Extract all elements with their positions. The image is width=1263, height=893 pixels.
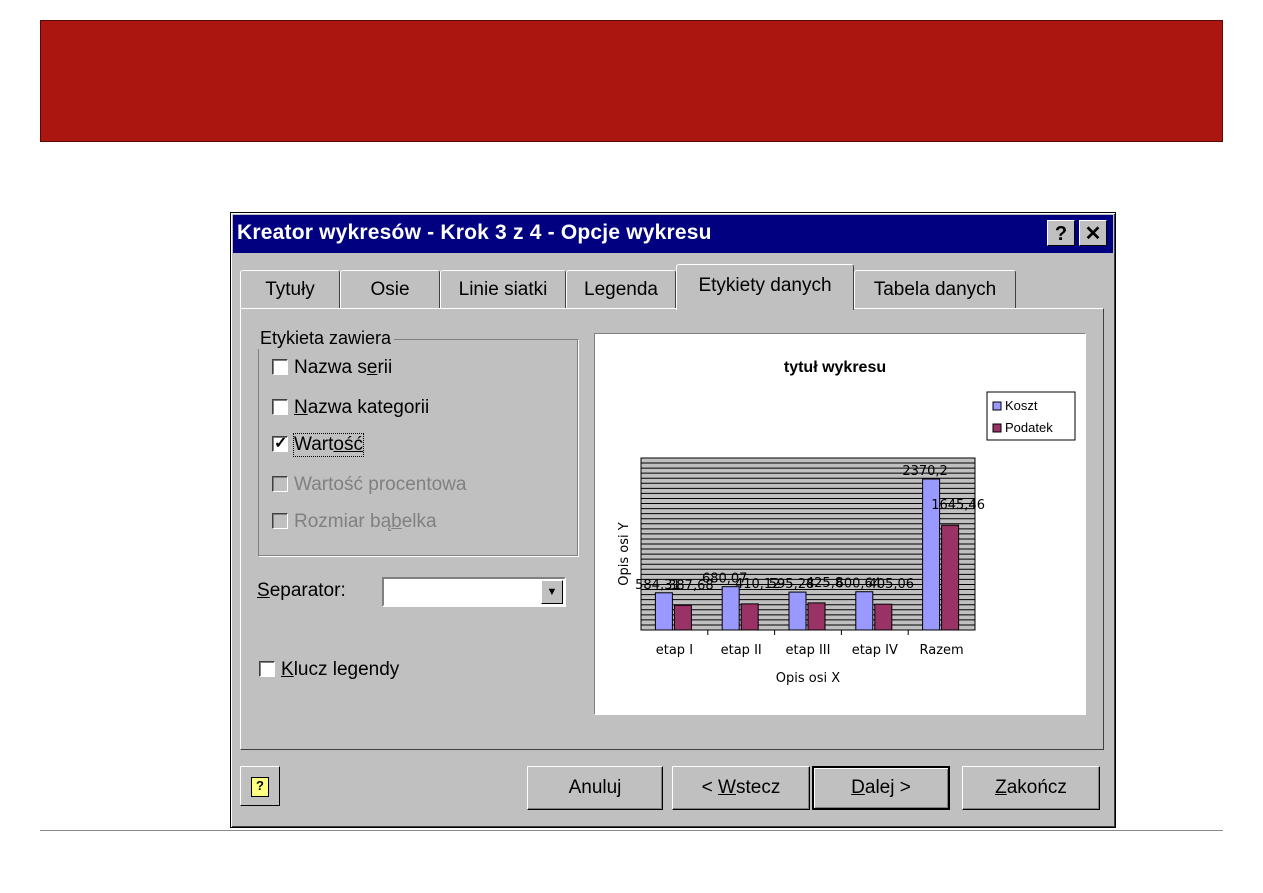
data-label: 1645,46 xyxy=(931,498,985,513)
help-button[interactable]: ? xyxy=(1047,220,1075,246)
bar-koszt xyxy=(721,586,740,631)
legend-swatch-podatek xyxy=(992,423,1002,433)
tab-osie[interactable]: Osie xyxy=(340,270,440,308)
title-bar[interactable]: Kreator wykresów - Krok 3 z 4 - Opcje wy… xyxy=(233,215,1113,253)
next-button[interactable]: Dalej > xyxy=(812,766,950,810)
cancel-button[interactable]: Anuluj xyxy=(527,766,663,810)
title-banner xyxy=(40,20,1223,142)
x-tick-label: etap III xyxy=(786,643,831,658)
chevron-down-icon[interactable]: ▼ xyxy=(541,580,563,604)
x-tick-label: etap I xyxy=(656,643,693,658)
tab-tytuly[interactable]: Tytuły xyxy=(240,270,340,308)
bar-koszt xyxy=(855,591,874,631)
assistant-help-button[interactable]: ? xyxy=(240,766,280,806)
tab-etykiety-danych[interactable]: Etykiety danych xyxy=(676,264,854,310)
separator-select[interactable]: ▼ xyxy=(382,577,566,607)
data-label: 2370,2 xyxy=(902,464,948,479)
tab-tabela-danych[interactable]: Tabela danych xyxy=(854,270,1016,308)
tab-legenda[interactable]: Legenda xyxy=(566,270,676,308)
chart-preview: tytuł wykresu 584,31 387,68 etap I 680,07 410… xyxy=(594,333,1086,715)
close-button[interactable]: ✕ xyxy=(1079,220,1107,246)
x-tick-label: etap IV xyxy=(852,643,898,658)
bar-podatek xyxy=(740,603,759,631)
finish-button[interactable]: Zakończ xyxy=(962,766,1100,810)
bar-podatek xyxy=(874,603,893,631)
checkbox[interactable] xyxy=(259,661,275,677)
divider-line xyxy=(40,830,1223,831)
x-tick-label: etap II xyxy=(721,643,762,658)
chart-title: tytuł wykresu xyxy=(784,359,886,376)
dialog-title: Kreator wykresów - Krok 3 z 4 - Opcje wy… xyxy=(237,221,712,244)
group-title: Etykieta zawiera xyxy=(257,328,395,349)
bar-podatek xyxy=(673,604,692,631)
checkbox[interactable] xyxy=(272,359,288,375)
x-axis-label: Opis osi X xyxy=(776,671,840,686)
help-icon: ? xyxy=(251,777,269,797)
checkmark-icon: ✓ xyxy=(274,435,288,452)
legend-label-podatek: Podatek xyxy=(1005,420,1053,435)
back-button[interactable]: < Wstecz xyxy=(672,766,810,810)
bar-koszt xyxy=(788,591,807,631)
checkbox xyxy=(272,513,288,529)
bar-koszt xyxy=(654,592,673,631)
bar-podatek xyxy=(941,524,960,631)
data-label: 405,06 xyxy=(869,577,915,592)
x-tick-label: Razem xyxy=(919,643,963,658)
separator-label: Separator: xyxy=(257,580,346,601)
y-axis-label: Opis osi Y xyxy=(617,522,632,585)
legend-label-koszt: Koszt xyxy=(1005,398,1038,413)
checkbox[interactable] xyxy=(272,399,288,415)
bar-podatek xyxy=(807,602,826,631)
tab-linie-siatki[interactable]: Linie siatki xyxy=(440,270,566,308)
chart-svg: tytuł wykresu584,31387,68etap I680,07410… xyxy=(617,359,1076,686)
checkbox-checked[interactable]: ✓ xyxy=(272,435,288,452)
checkbox xyxy=(272,476,288,492)
legend-swatch-koszt xyxy=(992,401,1002,411)
